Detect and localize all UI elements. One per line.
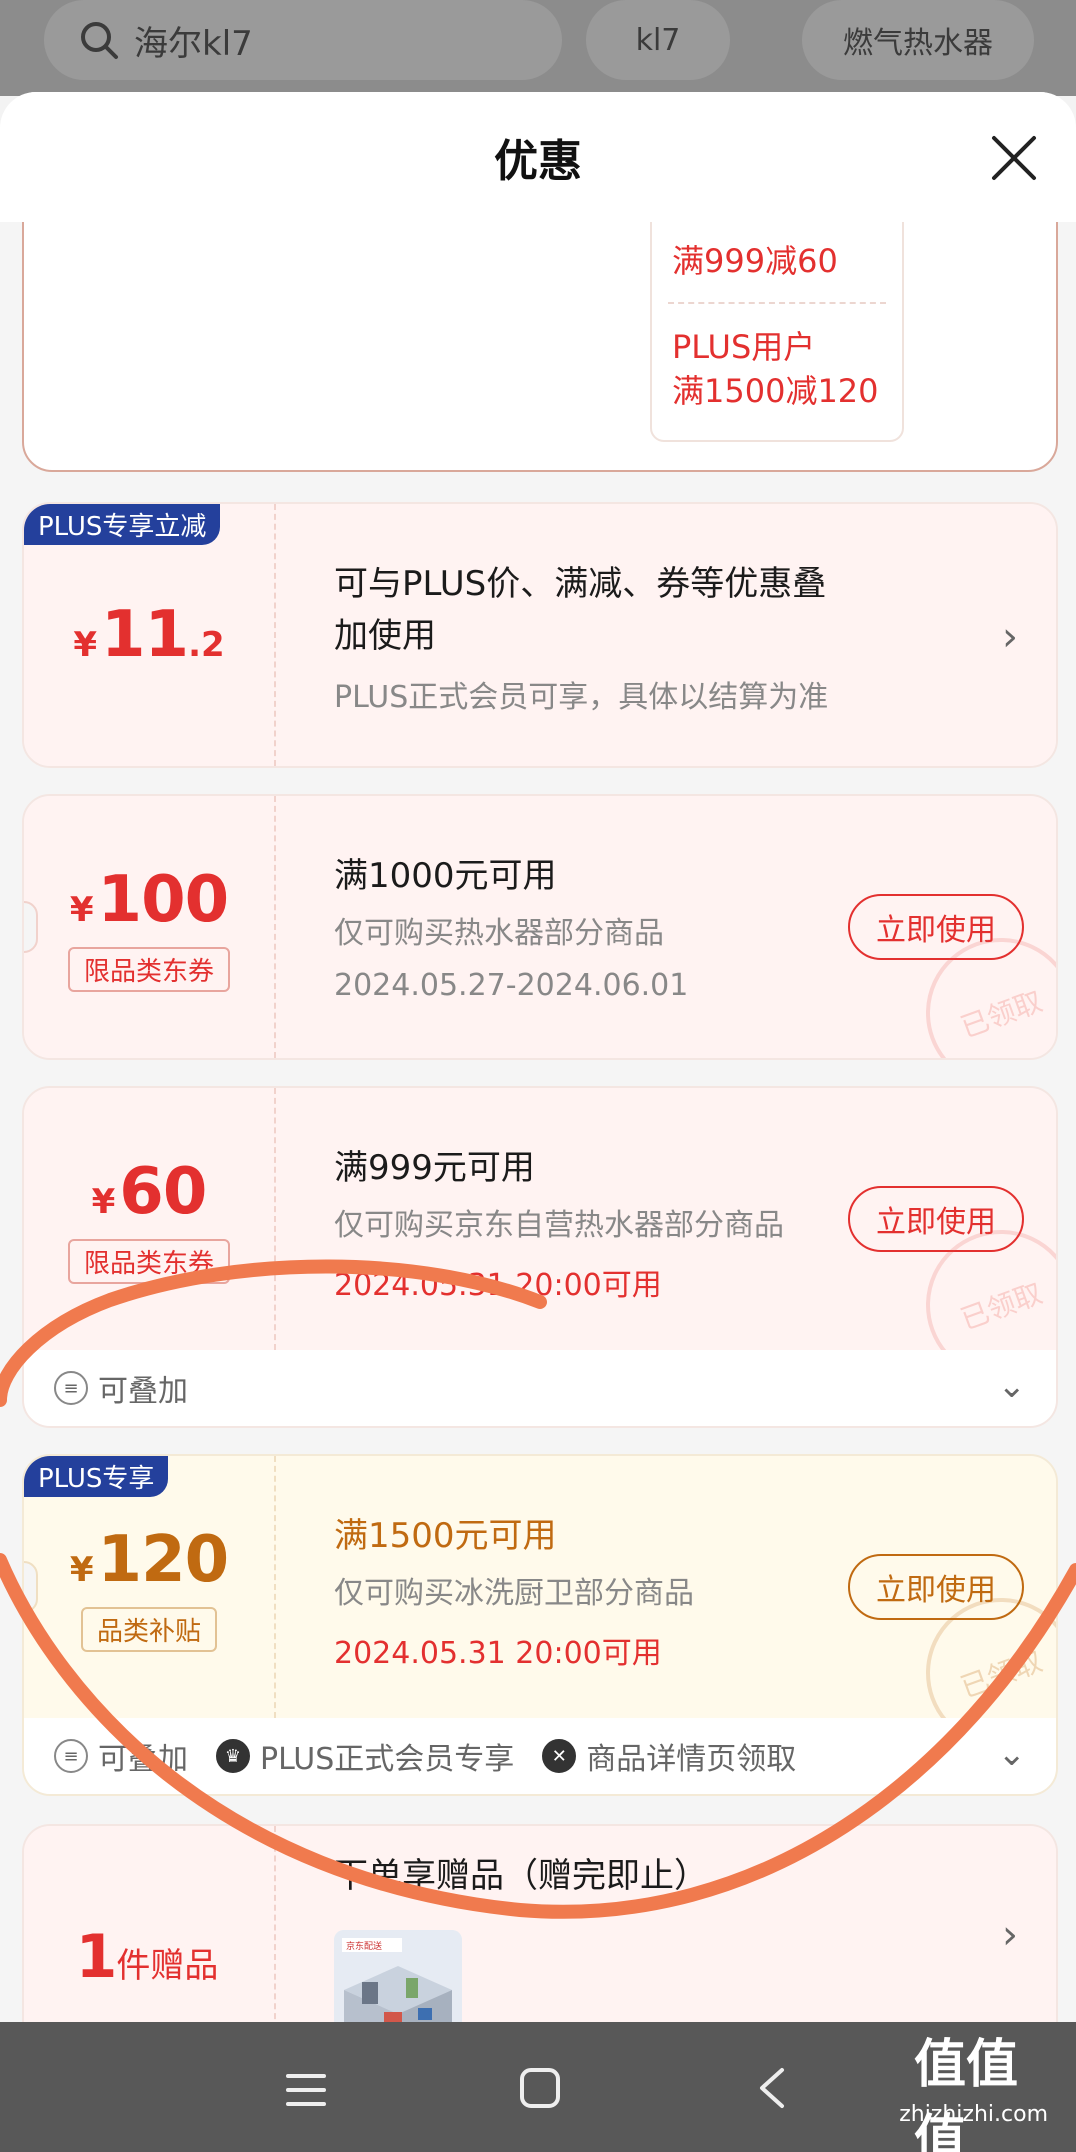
coupon-scope: 仅可购买热水器部分商品: [334, 916, 664, 951]
coupon-footer[interactable]: ≡ 可叠加 ♛ PLUS正式会员专享 ✕ 商品详情页领取 ⌄: [24, 1718, 1056, 1794]
gift-info: 下单享赠品（赠完即止） 京东配送 ›: [310, 1826, 1056, 2022]
amount-value: 60: [119, 1154, 207, 1229]
gift-image: 京东配送: [334, 1930, 462, 2022]
coupon-footer[interactable]: ≡ 可叠加 ⌄: [24, 1350, 1056, 1426]
coupon-body: ¥ 11 .2 可与PLUS价、满减、券等优惠叠 加使用 PLUS正式会员可享，…: [24, 504, 1056, 766]
coupon-type-tag: 限品类东券: [67, 946, 230, 992]
yen-sign: ¥: [69, 1549, 94, 1590]
coupon-amount-area: ¥ 100 限品类东券: [24, 796, 276, 1058]
stackable-label: 可叠加: [98, 1374, 188, 1409]
stack-icon: ≡: [54, 1739, 88, 1773]
amount-decimal: .2: [188, 625, 225, 665]
home-icon[interactable]: [518, 2066, 562, 2110]
search-chip-1[interactable]: kl7: [586, 0, 730, 80]
sheet-content: 满999减60 PLUS用户 满1500减120 ¥ 11 .2 可与PLUS价…: [0, 222, 1076, 2022]
stack-icon: ≡: [54, 1371, 88, 1405]
coupon-scope: 仅可购买冰洗厨卫部分商品: [334, 1576, 694, 1611]
promo-rule-1: 满999减60: [672, 242, 838, 280]
coupon-amount: ¥ 100: [69, 862, 230, 937]
gift-body: 1 件赠品 下单享赠品（赠完即止） 京东配送 ›: [24, 1826, 1056, 2022]
coupon-amount-area: ¥ 60 限品类东券: [24, 1088, 276, 1350]
chevron-down-icon[interactable]: ⌄: [998, 1734, 1027, 1774]
amount-value: 120: [97, 1522, 230, 1597]
search-box[interactable]: 海尔kl7: [44, 0, 562, 80]
coupon-body: ¥ 100 限品类东券 满1000元可用 仅可购买热水器部分商品 2024.05…: [24, 796, 1056, 1058]
chevron-right-icon[interactable]: ›: [1002, 614, 1018, 660]
detail-page-tag: ✕ 商品详情页领取: [542, 1734, 796, 1778]
back-icon[interactable]: [756, 2066, 788, 2110]
search-text: 海尔kl7: [134, 23, 253, 64]
coupon-120-plus: ¥ 120 品类补贴 满1500元可用 仅可购买冰洗厨卫部分商品 2024.05…: [22, 1454, 1058, 1796]
search-chip-2[interactable]: 燃气热水器: [802, 0, 1034, 80]
sheet-title: 优惠: [494, 136, 582, 187]
gift-thumbnail[interactable]: 京东配送: [334, 1930, 462, 2022]
amount-value: 11: [101, 598, 189, 672]
amount-value: 100: [97, 862, 230, 937]
yen-sign: ¥: [91, 1181, 116, 1222]
coupon-body: ¥ 60 限品类东券 满999元可用 仅可购买京东自营热水器部分商品 2024.…: [24, 1088, 1056, 1402]
gift-count: 1 件赠品: [76, 1922, 223, 1992]
divider: [668, 302, 886, 304]
coupon-threshold: 满1000元可用: [334, 856, 557, 896]
coupon-threshold: 满1500元可用: [334, 1516, 557, 1556]
plus-ribbon: PLUS专享: [24, 1456, 169, 1497]
detail-page-label: 商品详情页领取: [586, 1742, 797, 1777]
coupon-plus-discount[interactable]: ¥ 11 .2 可与PLUS价、满减、券等优惠叠 加使用 PLUS正式会员可享，…: [22, 502, 1058, 768]
recent-apps-icon[interactable]: [284, 2070, 328, 2110]
coupon-info: 可与PLUS价、满减、券等优惠叠 加使用 PLUS正式会员可享，具体以结算为准 …: [310, 504, 1056, 766]
gift-card[interactable]: 1 件赠品 下单享赠品（赠完即止） 京东配送 ›: [22, 1824, 1058, 2022]
watermark-logo: 值值值: [914, 2035, 1019, 2152]
coupon-scope: 仅可购买京东自营热水器部分商品: [334, 1208, 784, 1243]
site-watermark: 值值值 zhizhizhi.com: [899, 2022, 1064, 2152]
stackable-tag: ≡ 可叠加: [54, 1734, 188, 1778]
coupon-60: ¥ 60 限品类东券 满999元可用 仅可购买京东自营热水器部分商品 2024.…: [22, 1086, 1058, 1428]
discount-sheet: 优惠 满999减60 PLUS用户 满1500减120 ¥ 11 .2 可与PL…: [0, 92, 1076, 2022]
promo-rule-3: 满1500减120: [672, 372, 879, 410]
gift-unit: 件赠品: [116, 1946, 219, 1986]
coupon-date: 2024.05.31 20:00可用: [334, 1636, 662, 1671]
coupon-amount: ¥ 11 .2: [73, 598, 224, 672]
coupon-date: 2024.05.27-2024.06.01: [334, 968, 689, 1003]
yen-sign: ¥: [69, 889, 94, 930]
plus-member-tag: ♛ PLUS正式会员专享: [216, 1734, 514, 1778]
coupon-title-line2: 加使用: [334, 616, 436, 656]
promo-rule-2: PLUS用户: [672, 328, 816, 366]
plus-member-label: PLUS正式会员专享: [260, 1742, 515, 1777]
yen-sign: ¥: [73, 625, 98, 665]
coupon-title-line1: 可与PLUS价、满减、券等优惠叠: [334, 564, 827, 604]
stackable-label: 可叠加: [98, 1742, 188, 1777]
promo-card-partial: 满999减60 PLUS用户 满1500减120: [22, 222, 1058, 472]
watermark-url: zhizhizhi.com: [899, 2102, 1048, 2127]
gift-title: 下单享赠品（赠完即止）: [334, 1856, 708, 1896]
search-icon: [81, 22, 118, 59]
coupon-threshold: 满999元可用: [334, 1148, 535, 1188]
coupon-body: ¥ 120 品类补贴 满1500元可用 仅可购买冰洗厨卫部分商品 2024.05…: [24, 1456, 1056, 1770]
coupon-desc: PLUS正式会员可享，具体以结算为准: [334, 680, 829, 715]
close-icon[interactable]: [988, 132, 1040, 184]
plus-ribbon: PLUS专享立减: [24, 504, 221, 545]
coupon-date: 2024.05.31 20:00可用: [334, 1268, 662, 1303]
coupon-type-tag: 品类补贴: [80, 1606, 217, 1652]
coupon-amount: ¥ 120: [69, 1522, 230, 1597]
gift-thumb-caption: 京东配送: [346, 1940, 382, 1952]
coupon-100: ¥ 100 限品类东券 满1000元可用 仅可购买热水器部分商品 2024.05…: [22, 794, 1058, 1060]
chevron-right-icon[interactable]: ›: [1002, 1912, 1018, 1958]
ticket-icon: ✕: [542, 1739, 577, 1773]
gift-count-value: 1: [75, 1922, 118, 1992]
crown-icon: ♛: [216, 1739, 250, 1773]
stackable-tag: ≡ 可叠加: [54, 1366, 188, 1410]
chevron-down-icon[interactable]: ⌄: [998, 1366, 1027, 1406]
gift-count-area: 1 件赠品: [24, 1826, 276, 2022]
coupon-amount: ¥ 60: [91, 1154, 208, 1229]
promo-rules-box: 满999减60 PLUS用户 满1500减120: [650, 222, 904, 442]
top-search-bar: 海尔kl7 kl7 燃气热水器: [0, 0, 1076, 96]
coupon-type-tag: 限品类东券: [67, 1238, 230, 1284]
sheet-header: 优惠: [0, 92, 1076, 222]
